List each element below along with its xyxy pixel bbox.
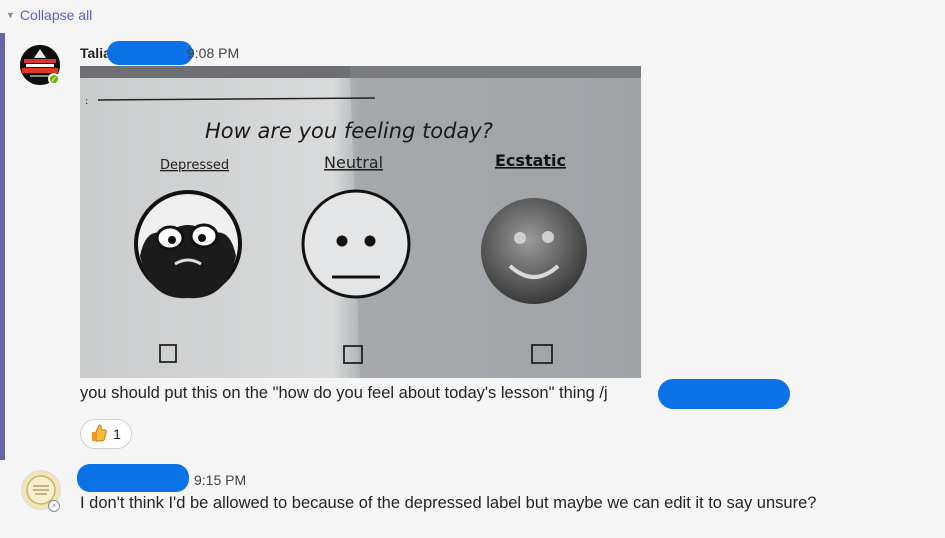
thread-indicator-bar — [0, 33, 5, 460]
image-label-neutral: Neutral — [324, 153, 383, 172]
message-timestamp: 9:15 PM — [194, 472, 247, 488]
message-timestamp: 9:08 PM — [187, 45, 240, 61]
image-label-depressed: Depressed — [160, 158, 229, 173]
message-text: I don't think I'd be allowed to because … — [80, 494, 817, 512]
reaction-button[interactable]: 1 — [80, 419, 132, 449]
thumbs-up-icon — [91, 423, 107, 445]
image-prompt-text: How are you feeling today? — [205, 119, 493, 143]
reaction-count: 1 — [113, 426, 121, 442]
caret-down-icon: ▼ — [6, 10, 15, 20]
attached-image[interactable]: : How are you feeling today? Depressed N… — [80, 66, 641, 378]
redacted-name — [107, 41, 193, 65]
redacted-name — [77, 464, 189, 492]
collapse-all-button[interactable]: ▼ Collapse all — [6, 6, 92, 24]
offline-status-icon: × — [48, 500, 60, 512]
message-text: you should put this on the "how do you f… — [80, 384, 608, 402]
svg-text::: : — [85, 96, 88, 107]
available-status-icon: ✓ — [48, 73, 60, 85]
collapse-all-label: Collapse all — [19, 7, 93, 23]
redacted-mention — [658, 379, 790, 409]
image-label-ecstatic: Ecstatic — [495, 151, 566, 170]
